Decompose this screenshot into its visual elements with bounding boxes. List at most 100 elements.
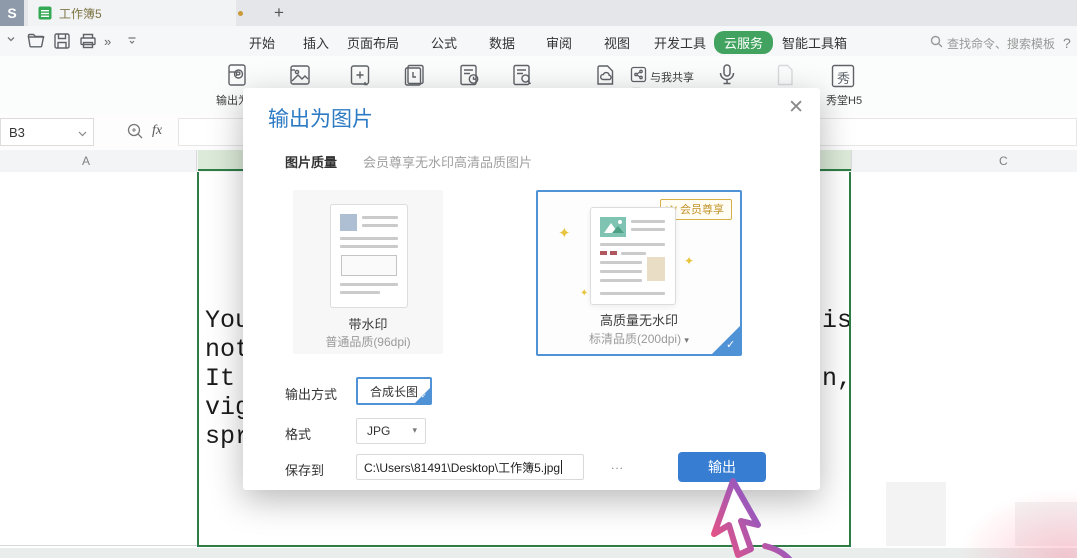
faint-watermark-shape (886, 482, 946, 546)
cell-reference-value: B3 (9, 124, 25, 140)
column-b-header-selected-left[interactable] (198, 150, 244, 171)
quality-label: 图片质量 (285, 155, 338, 170)
gridline-horizontal (0, 545, 198, 546)
doc-placeholder-icon[interactable] (772, 62, 798, 88)
selected-check-corner: ✓ (415, 388, 430, 403)
format-select[interactable]: JPG ▾ (356, 418, 426, 444)
menu-tab-view[interactable]: 视图 (604, 33, 630, 52)
format-value: JPG (367, 424, 391, 438)
xiutang-h5-icon[interactable]: 秀 (829, 62, 857, 90)
red-dash (600, 251, 607, 255)
chevron-down-icon[interactable]: ▾ (684, 335, 689, 345)
share-with-me-label[interactable]: 与我共享 (650, 69, 694, 85)
lookup-icon[interactable] (126, 122, 144, 140)
new-document-icon[interactable] (347, 62, 373, 88)
beige-thumbnail (647, 257, 665, 281)
menu-tab-data[interactable]: 数据 (489, 33, 515, 52)
spreadsheet-file-icon (38, 6, 52, 20)
image-thumbnail (600, 217, 626, 237)
next-row-strip (0, 548, 1077, 558)
option-watermark-name: 带水印 (348, 317, 388, 332)
tab-bar: S 工作簿5 + (0, 0, 1077, 26)
close-icon[interactable]: ✕ (788, 98, 804, 117)
app-window: S 工作簿5 + » 开始 插入 页面布局 公式 数据 审阅 视图 开发工具 云… (0, 0, 1077, 558)
text-caret (561, 460, 563, 474)
wps-logo[interactable]: S (0, 0, 24, 26)
option-watermark-card[interactable]: 带水印 普通品质(96dpi) (293, 190, 443, 354)
xiutang-h5-label[interactable]: 秀堂H5 (826, 92, 862, 108)
selection-border-right (849, 172, 851, 547)
cell-text-line1-right: is (822, 306, 853, 335)
column-b-header-selected-right[interactable] (819, 150, 851, 171)
option-hq-name: 高质量无水印 (599, 313, 678, 328)
selected-check-corner: ✓ (711, 325, 741, 355)
customize-toolbar-icon[interactable] (126, 34, 138, 46)
menu-bar: » 开始 插入 页面布局 公式 数据 审阅 视图 开发工具 云服务 智能工具箱 … (0, 26, 1077, 56)
save-path-input[interactable]: C:\Users\81491\Desktop\工作簿5.jpg (356, 454, 584, 480)
output-mode-label: 输出方式 (285, 387, 338, 402)
red-dash (610, 251, 617, 255)
export-image-dialog: ✕ 输出为图片 图片质量 会员尊享无水印高清品质图片 带水印 普通品质(96dp… (243, 88, 820, 490)
search-icon[interactable] (930, 35, 943, 48)
column-a-header[interactable]: A (82, 154, 90, 168)
tab-title: 工作簿5 (59, 6, 102, 21)
mouse-cursor-arrow (685, 476, 835, 558)
fx-icon[interactable]: fx (152, 123, 162, 139)
export-image-icon[interactable] (287, 62, 313, 88)
open-folder-icon[interactable] (26, 31, 46, 51)
menu-tab-insert[interactable]: 插入 (303, 33, 329, 52)
cell-reference-box[interactable]: B3 (0, 118, 94, 146)
more-tools-icon[interactable]: » (104, 34, 111, 49)
output-mode-button[interactable]: 合成长图 ✓ (356, 377, 432, 405)
doc-time-icon[interactable] (456, 62, 482, 88)
check-icon: ✓ (421, 393, 427, 400)
dialog-title: 输出为图片 (268, 108, 373, 131)
check-icon: ✓ (726, 339, 736, 351)
document-tab[interactable]: 工作簿5 (28, 0, 236, 26)
browse-button[interactable]: ... (611, 458, 624, 472)
backup-history-icon[interactable] (401, 62, 427, 88)
menu-tab-cloud-service[interactable]: 云服务 (714, 31, 774, 54)
chevron-down-icon: ▾ (412, 425, 417, 435)
hq-doc-illustration (590, 207, 676, 305)
format-label: 格式 (285, 427, 312, 442)
sparkle-icon: ✦ (558, 225, 571, 242)
sparkle-icon: ✦ (684, 254, 695, 268)
voice-input-icon[interactable] (714, 62, 740, 88)
option-hq-desc[interactable]: 标清品质(200dpi) ▾ (538, 330, 740, 347)
chevron-down-icon[interactable] (6, 34, 16, 44)
watermark-doc-illustration (330, 204, 408, 308)
menu-tab-formulas[interactable]: 公式 (431, 33, 457, 52)
unsaved-indicator-dot (238, 11, 243, 16)
xiutang-glyph: 秀 (837, 71, 851, 86)
selection-border-left (197, 172, 199, 547)
cell-text-line3-right: n, (822, 364, 853, 393)
share-icon[interactable] (630, 66, 647, 83)
menu-tab-review[interactable]: 审阅 (546, 33, 572, 52)
member-badge-text: 会员尊享 (680, 204, 724, 216)
menu-tab-dev-tools[interactable]: 开发工具 (654, 33, 706, 52)
search-command-input[interactable]: 查找命令、搜索模板 (947, 35, 1055, 52)
print-icon[interactable] (78, 31, 98, 51)
pink-corner-glow (957, 488, 1077, 558)
output-mode-value: 合成长图 (369, 384, 418, 399)
option-hq-card[interactable]: 会员尊享 ✦ ✦ ✦ 高质量无水印 标清品质(200dpi) ▾ ✓ (536, 190, 742, 356)
export-pdf-icon[interactable] (224, 62, 250, 88)
save-icon[interactable] (52, 31, 72, 51)
cloud-doc-icon[interactable] (592, 62, 618, 88)
doc-search-icon[interactable] (509, 62, 535, 88)
menu-tab-home[interactable]: 开始 (249, 33, 275, 52)
new-tab-button[interactable]: + (266, 0, 292, 26)
option-watermark-desc: 普通品质(96dpi) (325, 335, 411, 349)
menu-tab-page-layout[interactable]: 页面布局 (347, 33, 399, 52)
illustration-block (340, 214, 357, 231)
quality-hint: 会员尊享无水印高清品质图片 (363, 155, 533, 170)
help-button[interactable]: ? (1063, 35, 1071, 51)
save-path-value: C:\Users\81491\Desktop\工作簿5.jpg (364, 460, 561, 475)
save-to-label: 保存到 (285, 463, 325, 478)
column-c-header[interactable]: C (999, 154, 1008, 168)
menu-tab-smart-toolbox[interactable]: 智能工具箱 (782, 33, 847, 52)
watermark-box (341, 255, 397, 276)
sparkle-icon: ✦ (580, 288, 589, 299)
namebox-chevron-icon[interactable] (78, 131, 87, 137)
